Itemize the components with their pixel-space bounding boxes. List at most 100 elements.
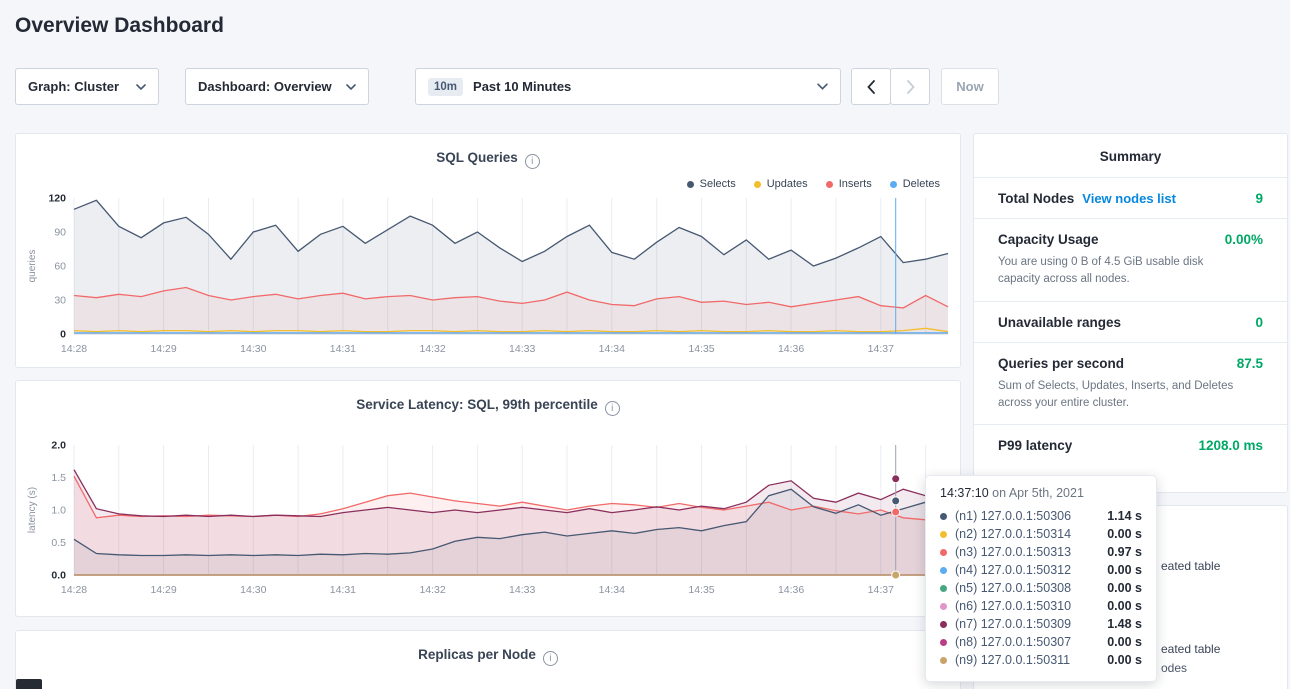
node-color-dot bbox=[940, 585, 947, 592]
svg-text:0.5: 0.5 bbox=[51, 537, 66, 549]
svg-text:14:34: 14:34 bbox=[599, 343, 625, 355]
time-range-badge: 10m bbox=[428, 78, 463, 96]
time-next-button[interactable] bbox=[890, 68, 930, 105]
legend-label: Selects bbox=[700, 178, 736, 190]
svg-text:14:33: 14:33 bbox=[509, 584, 535, 596]
tooltip-row: (n3) 127.0.0.1:503130.97 s bbox=[940, 543, 1142, 561]
info-icon[interactable]: i bbox=[605, 401, 620, 416]
time-range-picker[interactable]: 10m Past 10 Minutes bbox=[415, 68, 841, 105]
queries-per-second-desc: Sum of Selects, Updates, Inserts, and De… bbox=[998, 378, 1248, 413]
tooltip-node-value: 0.00 s bbox=[1107, 635, 1142, 649]
tooltip-node-value: 0.00 s bbox=[1107, 581, 1142, 595]
unavailable-ranges-row: Unavailable ranges 0 bbox=[974, 302, 1287, 343]
capacity-usage-desc: You are using 0 B of 4.5 GiB usable disk… bbox=[998, 254, 1248, 289]
replicas-title-row: Replicas per Node i bbox=[16, 631, 960, 666]
sql-queries-panel: SQL Queries i Selects Updates Inserts Delete… bbox=[15, 133, 961, 368]
svg-text:30: 30 bbox=[54, 295, 66, 307]
tooltip-node-address: (n3) 127.0.0.1:50313 bbox=[955, 545, 1071, 559]
partial-cutoff-element bbox=[16, 679, 42, 689]
legend-color-dot bbox=[826, 181, 833, 188]
svg-text:14:31: 14:31 bbox=[330, 584, 356, 596]
tooltip-row: (n4) 127.0.0.1:50312 0.00 s bbox=[940, 561, 1142, 579]
total-nodes-row: Total Nodes View nodes list 9 bbox=[974, 178, 1287, 219]
node-color-dot bbox=[940, 531, 947, 538]
event-item[interactable]: eated table odes bbox=[1161, 642, 1220, 675]
unavailable-ranges-label: Unavailable ranges bbox=[998, 315, 1121, 330]
time-range-label: Past 10 Minutes bbox=[473, 79, 571, 94]
svg-text:14:32: 14:32 bbox=[419, 343, 445, 355]
replicas-title: Replicas per Node bbox=[418, 647, 536, 662]
graph-dropdown-value: Cluster bbox=[74, 79, 119, 94]
svg-text:120: 120 bbox=[48, 193, 66, 205]
node-color-dot bbox=[940, 549, 947, 556]
overview-dashboard-page: Overview Dashboard Graph: Cluster Dashbo… bbox=[0, 0, 1290, 689]
info-icon[interactable]: i bbox=[543, 651, 558, 666]
legend-item-selects[interactable]: Selects bbox=[687, 178, 736, 190]
svg-text:14:37: 14:37 bbox=[868, 343, 894, 355]
tooltip-node-address: (n2) 127.0.0.1:50314 bbox=[955, 527, 1071, 541]
service-latency-title-row: Service Latency: SQL, 99th percentile i bbox=[16, 381, 960, 416]
tooltip-node-address: (n1) 127.0.0.1:50306 bbox=[955, 509, 1071, 523]
sql-queries-title: SQL Queries bbox=[436, 150, 518, 165]
svg-text:14:35: 14:35 bbox=[688, 343, 714, 355]
chevron-down-icon bbox=[136, 84, 146, 90]
node-color-dot bbox=[940, 621, 947, 628]
tooltip-node-value: 1.48 s bbox=[1107, 617, 1142, 631]
svg-text:14:30: 14:30 bbox=[240, 584, 266, 596]
replicas-panel: Replicas per Node i bbox=[15, 630, 961, 689]
tooltip-node-address: (n7) 127.0.0.1:50309 bbox=[955, 617, 1071, 631]
view-nodes-link[interactable]: View nodes list bbox=[1082, 191, 1176, 206]
chevron-right-icon bbox=[906, 80, 915, 94]
tooltip-rows: (n1) 127.0.0.1:50306 1.14 s (n2) 127.0.0.1… bbox=[940, 507, 1142, 669]
service-latency-panel: Service Latency: SQL, 99th percentile i 0… bbox=[15, 380, 961, 617]
queries-per-second-label: Queries per second bbox=[998, 356, 1124, 371]
chart-hover-tooltip: 14:37:10 on Apr 5th, 2021 (n1) 127.0.0.1… bbox=[925, 475, 1157, 682]
total-nodes-value: 9 bbox=[1255, 191, 1263, 206]
chevron-down-icon bbox=[817, 83, 828, 90]
legend-item-updates[interactable]: Updates bbox=[754, 178, 808, 190]
tooltip-node-address: (n4) 127.0.0.1:50312 bbox=[955, 563, 1071, 577]
svg-text:14:32: 14:32 bbox=[419, 584, 445, 596]
tooltip-node-value: 0.00 s bbox=[1107, 527, 1142, 541]
tooltip-node-address: (n9) 127.0.0.1:50311 bbox=[955, 653, 1070, 667]
tooltip-node-value: 0.00 s bbox=[1107, 599, 1142, 613]
now-button[interactable]: Now bbox=[941, 68, 999, 105]
dashboard-dropdown-label: Dashboard: bbox=[198, 79, 270, 94]
dashboard-dropdown[interactable]: Dashboard: Overview bbox=[185, 68, 369, 105]
svg-text:14:28: 14:28 bbox=[61, 584, 87, 596]
sql-queries-chart[interactable]: 030609012014:2814:2914:3014:3114:3214:33… bbox=[24, 190, 954, 365]
legend-item-deletes[interactable]: Deletes bbox=[890, 178, 940, 190]
tooltip-row: (n8) 127.0.0.1:50307 0.00 s bbox=[940, 633, 1142, 651]
unavailable-ranges-value: 0 bbox=[1255, 315, 1263, 330]
service-latency-chart[interactable]: 0.00.51.01.52.014:2814:2914:3014:3114:32… bbox=[24, 437, 954, 606]
svg-text:60: 60 bbox=[54, 261, 66, 273]
total-nodes-label: Total Nodes bbox=[998, 191, 1074, 206]
tooltip-node-address: (n8) 127.0.0.1:50307 bbox=[955, 635, 1071, 649]
svg-text:1.0: 1.0 bbox=[51, 505, 66, 517]
tooltip-node-value: 0.00 s bbox=[1107, 563, 1142, 577]
info-icon[interactable]: i bbox=[525, 154, 540, 169]
graph-dropdown[interactable]: Graph: Cluster bbox=[15, 68, 159, 105]
svg-text:1.5: 1.5 bbox=[51, 472, 66, 484]
node-color-dot bbox=[940, 603, 947, 610]
summary-title: Summary bbox=[974, 134, 1287, 178]
tooltip-node-value: 1.14 s bbox=[1107, 509, 1142, 523]
time-prev-button[interactable] bbox=[851, 68, 891, 105]
service-latency-title: Service Latency: SQL, 99th percentile bbox=[356, 397, 598, 412]
p99-latency-value: 1208.0 ms bbox=[1198, 438, 1263, 453]
dashboard-dropdown-value: Overview bbox=[274, 79, 332, 94]
event-item[interactable]: eated table bbox=[1161, 559, 1220, 573]
tooltip-row: (n1) 127.0.0.1:50306 1.14 s bbox=[940, 507, 1142, 525]
legend-item-inserts[interactable]: Inserts bbox=[826, 178, 872, 190]
tooltip-row: (n6) 127.0.0.1:503100.00 s bbox=[940, 597, 1142, 615]
legend-label: Deletes bbox=[903, 178, 940, 190]
svg-text:14:36: 14:36 bbox=[778, 343, 804, 355]
chevron-down-icon bbox=[346, 84, 356, 90]
queries-per-second-value: 87.5 bbox=[1237, 356, 1263, 371]
svg-text:14:31: 14:31 bbox=[330, 343, 356, 355]
summary-panel: Summary Total Nodes View nodes list 9 Ca… bbox=[973, 133, 1288, 493]
tooltip-row: (n7) 127.0.0.1:50309 1.48 s bbox=[940, 615, 1142, 633]
svg-text:90: 90 bbox=[54, 227, 66, 239]
tooltip-node-address: (n5) 127.0.0.1:50308 bbox=[955, 581, 1071, 595]
capacity-usage-row: Capacity Usage 0.00% You are using 0 B o… bbox=[974, 219, 1287, 302]
